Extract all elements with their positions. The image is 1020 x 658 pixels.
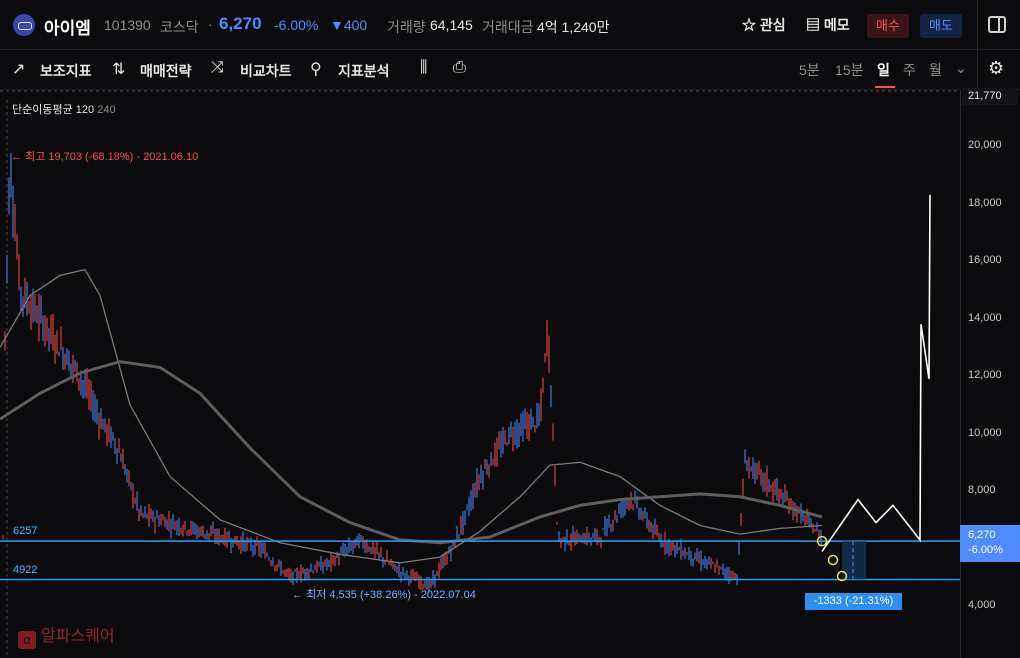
favorite-label: 관심: [759, 17, 786, 33]
y-tick-label: 14,000: [968, 311, 1002, 324]
y-tick-label: 4,000: [968, 599, 996, 611]
high-annotation-text: 최고 19,703 (-68.18%) - 2021.06.10: [25, 151, 199, 163]
amount-value: 4억 1,240만: [537, 19, 610, 35]
projection-line[interactable]: [821, 194, 931, 552]
volume-label: 거래량: [387, 19, 426, 35]
current-price-tag-pct: -6.00%: [968, 544, 1003, 556]
indicator-name: 단순이동평균: [12, 104, 73, 116]
level-label-lower: 4922: [13, 564, 38, 576]
arrow-left-icon: ←: [292, 589, 303, 601]
period-week[interactable]: 주: [903, 60, 916, 80]
header-divider: [977, 0, 978, 50]
analysis-icon: ⚲: [310, 61, 322, 78]
y-axis-top-label: 21,770: [962, 88, 1018, 105]
toolbar-divider: [977, 50, 978, 90]
period-15min[interactable]: 15분: [835, 60, 863, 80]
ma-period-120: 120: [75, 104, 95, 116]
period-month[interactable]: 월: [929, 60, 942, 80]
y-tick-label: 18,000: [968, 196, 1002, 209]
memo-button[interactable]: ▤ 메모: [806, 15, 850, 35]
watermark-text: 알파스퀘어: [41, 628, 115, 645]
y-tick-label: 10,000: [968, 426, 1002, 439]
marker-point: [827, 554, 839, 566]
watermark-logo-icon: α: [18, 631, 36, 649]
current-price: 6,270: [219, 14, 262, 33]
toolbar-indicators[interactable]: 보조지표: [40, 61, 92, 81]
low-annotation: ← 최저 4,535 (+38.26%) - 2022.07.04: [292, 586, 476, 602]
ma-120-line: [0, 268, 823, 564]
level-label-upper: 6257: [13, 525, 38, 537]
toolbar-strategy[interactable]: 매매전략: [140, 61, 192, 81]
volume-value: 64,145: [430, 17, 473, 33]
memo-icon: ▤: [806, 17, 820, 33]
y-tick-label: 12,000: [968, 369, 1002, 381]
watermark: α 알파스퀘어: [18, 622, 115, 649]
y-tick-label: 8,000: [968, 484, 996, 496]
indicator-legend[interactable]: 단순이동평균 120 240: [12, 101, 116, 117]
change-percent: -6.00%: [274, 17, 319, 33]
period-day[interactable]: 일: [877, 60, 890, 80]
favorite-button[interactable]: ☆ 관심: [742, 15, 786, 35]
active-period-underline: [875, 86, 895, 88]
panel-toggle-icon[interactable]: [988, 16, 1006, 33]
period-5min[interactable]: 5분: [799, 60, 820, 80]
arrow-left-icon: ←: [11, 151, 22, 163]
candle-type-icon[interactable]: ⫼: [420, 59, 427, 77]
strategy-icon: ⇅: [112, 61, 126, 78]
chart-toolbar: ↗ 보조지표 ⇅ 매매전략 ⤨ 비교차트 ⚲ 지표분석 ⫼ ⎙ 5분 15분 일…: [0, 50, 1020, 90]
low-annotation-text: 최저 4,535 (+38.26%) - 2022.07.04: [306, 589, 476, 601]
trend-line-icon: ↗: [12, 61, 26, 78]
buy-button[interactable]: 매수: [867, 14, 909, 38]
y-tick-label: 16,000: [968, 254, 1002, 266]
current-price-tag-value: 6,270: [968, 529, 996, 541]
market-label: 코스닥: [160, 19, 199, 35]
difference-label: -1333 (-21.31%): [805, 593, 902, 610]
toolbar-analysis[interactable]: 지표분석: [338, 61, 390, 81]
y-tick-label: 20,000: [968, 139, 1002, 151]
gear-icon[interactable]: ⚙: [988, 58, 1004, 79]
company-logo-icon: [13, 14, 35, 36]
y-axis-border: [960, 90, 961, 658]
camera-icon[interactable]: ⎙: [453, 59, 466, 77]
stock-header: 아이엠 101390 코스닥 · 6,270 -6.00% ▼400 거래량 6…: [0, 0, 1020, 50]
compare-icon: ⤨: [211, 59, 224, 76]
amount-label: 거래대금: [482, 19, 534, 35]
change-amount: ▼400: [330, 17, 368, 33]
ma-period-240: 240: [97, 104, 116, 116]
star-icon: ☆: [742, 17, 756, 33]
stock-code: 101390: [104, 17, 151, 33]
sell-button[interactable]: 매도: [920, 14, 962, 38]
high-annotation: ← 최고 19,703 (-68.18%) - 2021.06.10: [11, 148, 198, 164]
stock-name[interactable]: 아이엠: [44, 14, 91, 39]
chevron-down-icon[interactable]: ⌄: [955, 60, 967, 77]
current-price-tag: 6,270 -6.00%: [960, 525, 1020, 562]
separator-dot: ·: [208, 16, 213, 32]
price-chart[interactable]: [0, 90, 1020, 658]
memo-label: 메모: [823, 17, 850, 33]
toolbar-compare[interactable]: 비교차트: [240, 61, 292, 81]
candle-series: [2, 152, 822, 593]
